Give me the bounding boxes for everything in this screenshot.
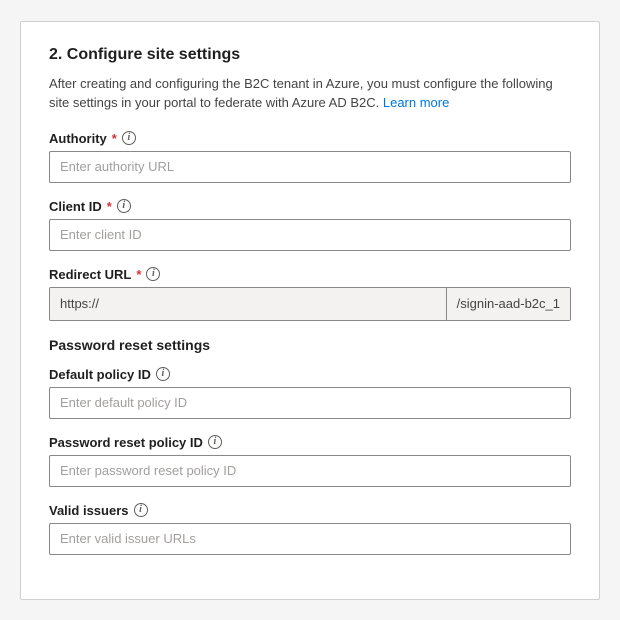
redirect-url-field-group: Redirect URL * i /signin-aad-b2c_1	[49, 267, 571, 321]
reset-policy-field-group: Password reset policy ID i	[49, 435, 571, 487]
default-policy-info-icon[interactable]: i	[156, 367, 170, 381]
reset-policy-info-icon[interactable]: i	[208, 435, 222, 449]
password-reset-title: Password reset settings	[49, 337, 571, 353]
redirect-url-wrapper: /signin-aad-b2c_1	[49, 287, 571, 321]
authority-required: *	[112, 131, 117, 146]
default-policy-field-group: Default policy ID i	[49, 367, 571, 419]
redirect-url-required: *	[136, 267, 141, 282]
redirect-url-label: Redirect URL * i	[49, 267, 571, 282]
client-id-required: *	[107, 199, 112, 214]
client-id-info-icon[interactable]: i	[117, 199, 131, 213]
client-id-field-group: Client ID * i	[49, 199, 571, 251]
learn-more-link[interactable]: Learn more	[383, 95, 449, 110]
valid-issuers-info-icon[interactable]: i	[134, 503, 148, 517]
authority-info-icon[interactable]: i	[122, 131, 136, 145]
reset-policy-input[interactable]	[49, 455, 571, 487]
section-title: 2. Configure site settings	[49, 46, 571, 64]
reset-policy-label: Password reset policy ID i	[49, 435, 571, 450]
valid-issuers-input[interactable]	[49, 523, 571, 555]
redirect-url-info-icon[interactable]: i	[146, 267, 160, 281]
authority-field-group: Authority * i	[49, 131, 571, 183]
default-policy-label: Default policy ID i	[49, 367, 571, 382]
authority-input[interactable]	[49, 151, 571, 183]
client-id-label: Client ID * i	[49, 199, 571, 214]
configure-site-settings-card: 2. Configure site settings After creatin…	[20, 21, 600, 600]
section-description: After creating and configuring the B2C t…	[49, 74, 571, 113]
redirect-url-suffix: /signin-aad-b2c_1	[446, 288, 570, 320]
redirect-url-input[interactable]	[50, 288, 446, 320]
valid-issuers-field-group: Valid issuers i	[49, 503, 571, 555]
client-id-input[interactable]	[49, 219, 571, 251]
valid-issuers-label: Valid issuers i	[49, 503, 571, 518]
default-policy-input[interactable]	[49, 387, 571, 419]
password-reset-section: Password reset settings Default policy I…	[49, 337, 571, 555]
authority-label: Authority * i	[49, 131, 571, 146]
